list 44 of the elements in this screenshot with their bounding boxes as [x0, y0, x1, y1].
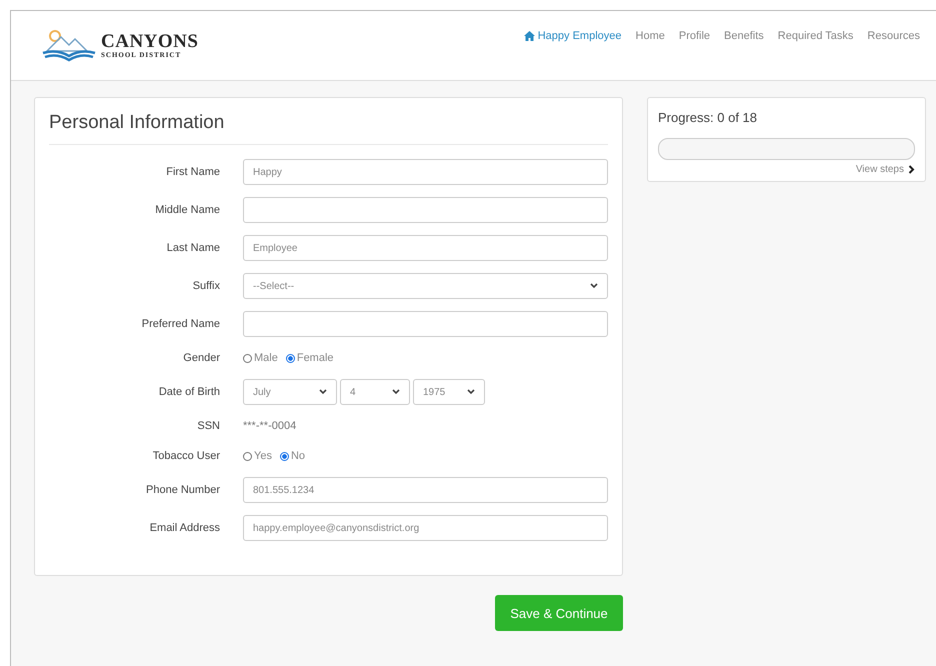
user-link[interactable]: Happy Employee [524, 30, 622, 42]
nav-link[interactable]: Home [636, 30, 665, 42]
save-button[interactable]: Save & Continue [495, 595, 623, 631]
field-label: Phone Number [146, 484, 220, 496]
form-title: Personal Information [49, 108, 608, 145]
field-label: Suffix [192, 280, 220, 292]
field-label: Middle Name [155, 204, 220, 216]
radio-option[interactable]: Male [243, 352, 278, 364]
field-value: ***-**-0004 [243, 420, 298, 432]
field-label: Tobacco User [152, 450, 220, 462]
text-field[interactable]: Happy [243, 159, 608, 185]
logo-icon [41, 28, 97, 62]
nav-link[interactable]: Profile [678, 30, 710, 42]
field-label: Last Name [166, 242, 220, 254]
radio-option[interactable]: No [280, 450, 306, 462]
radio-option[interactable]: Female [286, 352, 334, 364]
nav-link[interactable]: Required Tasks [778, 30, 854, 42]
progress-title: Progress: 0 of 18 [658, 110, 758, 125]
field-label: Date of Birth [158, 386, 220, 398]
field-label: First Name [166, 166, 220, 178]
field-label: Email Address [150, 522, 220, 534]
chevron-right-icon [908, 165, 915, 174]
text-field[interactable] [243, 311, 608, 337]
logo-title: CANYONS [101, 32, 198, 51]
select-field[interactable]: --Select-- [243, 273, 608, 299]
select-field[interactable]: 4 [340, 379, 410, 405]
home-icon [524, 31, 535, 41]
chevron-down-icon [467, 389, 475, 395]
chevron-down-icon [392, 389, 400, 395]
radio-option[interactable]: Yes [243, 450, 272, 462]
text-field[interactable]: happy.employee@canyonsdistrict.org [243, 515, 608, 541]
nav-link[interactable]: Benefits [724, 30, 764, 42]
field-label: Preferred Name [142, 318, 220, 330]
view-steps-link[interactable]: View steps [856, 164, 915, 175]
chevron-down-icon [319, 389, 327, 395]
field-label: SSN [197, 420, 220, 432]
select-field[interactable]: 1975 [413, 379, 485, 405]
nav-link[interactable]: Resources [867, 30, 920, 42]
text-field[interactable]: Employee [243, 235, 608, 261]
select-field[interactable]: July [243, 379, 337, 405]
field-label: Gender [183, 352, 220, 364]
chevron-down-icon [590, 283, 598, 289]
text-field[interactable] [243, 197, 608, 223]
text-field[interactable]: 801.555.1234 [243, 477, 608, 503]
